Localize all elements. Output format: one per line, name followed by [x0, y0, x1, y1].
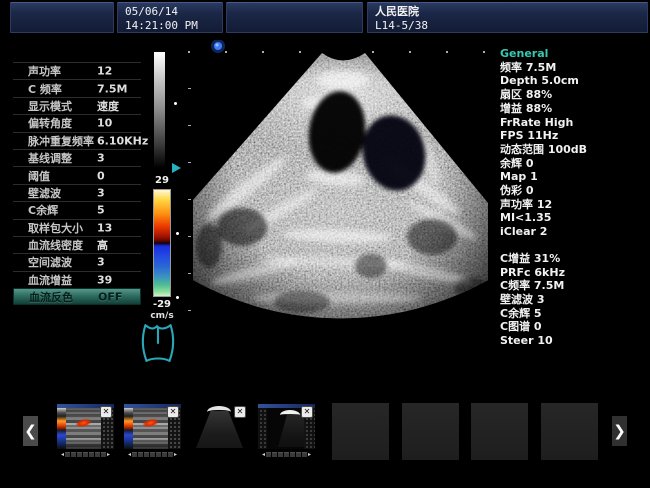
param-row-baseline[interactable]: 基线调整 3 [13, 149, 141, 166]
thumbnail-1-filmstrip: ◂ ▸ [57, 451, 114, 458]
info-line: 声功率 12 [500, 198, 648, 212]
strip-right-icon: ▸ [107, 451, 110, 458]
thumb-sector-area [267, 408, 304, 449]
ultrasound-image[interactable] [185, 40, 495, 340]
strip-right-icon: ▸ [308, 451, 311, 458]
info-line: 频率 7.5M [500, 61, 648, 75]
thumb-spectrum-column [57, 408, 66, 449]
thumb-probe-arc [207, 406, 231, 418]
close-icon[interactable]: ✕ [234, 406, 246, 418]
probe-orientation-marker [211, 40, 225, 53]
strip-left-icon: ◂ [128, 451, 131, 458]
ultrasound-fan [185, 40, 495, 340]
info-line: Steer 10 [500, 334, 648, 348]
thumbnail-3[interactable]: ✕ [191, 404, 248, 449]
info-line: C增益 31% [500, 252, 648, 266]
param-row-flow-invert[interactable]: 血流反色 OFF [13, 288, 141, 305]
grayscale-bar [154, 52, 165, 168]
param-row-c-persistence[interactable]: C余辉 5 [13, 201, 141, 218]
param-row-packet-size[interactable]: 取样包大小 13 [13, 219, 141, 236]
param-row-acoustic-power[interactable]: 声功率 12 [13, 62, 141, 79]
info-line: 余辉 0 [500, 157, 648, 171]
colorbar-marker-1 [176, 232, 179, 235]
param-row-spatial-filter[interactable]: 空间滤波 3 [13, 253, 141, 270]
param-row-prf[interactable]: 脉冲重复频率 6.10KHz [13, 132, 141, 149]
thumbnail-2[interactable]: ✕ [124, 404, 181, 449]
param-row-line-density[interactable]: 血流线密度 高 [13, 236, 141, 253]
thumbnail-empty-slot [541, 403, 598, 460]
info-line: FPS 11Hz [500, 129, 648, 143]
strip-left-icon: ◂ [262, 451, 265, 458]
thumbnail-4-filmstrip: ◂ ▸ [258, 451, 315, 458]
param-row-flow-gain[interactable]: 血流增益 39 [13, 271, 141, 288]
param-row-wall-filter[interactable]: 壁滤波 3 [13, 184, 141, 201]
thumb-doppler-patch [141, 417, 159, 429]
info-line: 壁滤波 3 [500, 293, 648, 307]
focus-marker [174, 102, 177, 105]
ultrasound-app-screen: 05/06/14 14:21:00 PM 人民医院 L14-5/38 声功率 1… [0, 0, 650, 488]
thumbnail-empty-slot [471, 403, 528, 460]
info-line: 扇区 88% [500, 88, 648, 102]
info-line: Map 1 [500, 170, 648, 184]
thumb-text-column [258, 408, 267, 449]
close-icon[interactable]: ✕ [167, 406, 179, 418]
param-row-c-frequency[interactable]: C 频率 7.5M [13, 79, 141, 96]
chevron-right-icon: ❯ [613, 422, 626, 440]
date-text: 05/06/14 [118, 3, 222, 19]
thumb-bmode-area [133, 408, 168, 449]
close-icon[interactable]: ✕ [100, 406, 112, 418]
close-icon[interactable]: ✕ [301, 406, 313, 418]
info-line: FrRate High [500, 116, 648, 130]
datetime-box: 05/06/14 14:21:00 PM [117, 2, 223, 33]
thumb-doppler-patch [74, 417, 92, 429]
info-line: 动态范围 100dB [500, 143, 648, 157]
strip-left-icon: ◂ [61, 451, 64, 458]
parameter-panel: 声功率 12 C 频率 7.5M 显示模式 速度 偏转角度 10 脉冲重复频率 … [13, 62, 141, 305]
chevron-left-icon: ❮ [24, 422, 37, 440]
image-info-panel: General 频率 7.5M Depth 5.0cm 扇区 88% 增益 88… [500, 47, 648, 348]
info-line: PRFc 6kHz [500, 266, 648, 280]
time-text: 14:21:00 PM [118, 19, 222, 33]
info-line: C图谱 0 [500, 320, 648, 334]
hospital-box: 人民医院 L14-5/38 [367, 2, 648, 33]
param-row-threshold[interactable]: 阈值 0 [13, 166, 141, 183]
thumbnail-4[interactable]: ✕ [258, 404, 315, 449]
exam-info-box [226, 2, 363, 33]
body-mark-icon[interactable] [138, 320, 178, 364]
info-line: 增益 88% [500, 102, 648, 116]
thumbnail-scroll-left-button[interactable]: ❮ [23, 416, 38, 446]
hospital-name: 人民医院 [368, 3, 647, 19]
param-row-display-mode[interactable]: 显示模式 速度 [13, 97, 141, 114]
info-line: Depth 5.0cm [500, 74, 648, 88]
info-line: iClear 2 [500, 225, 648, 239]
velocity-min-label: -29 [148, 299, 176, 310]
info-line: MI<1.35 [500, 211, 648, 225]
velocity-max-label: 29 [150, 175, 174, 186]
thumbnail-empty-slot [402, 403, 459, 460]
info-line: C余辉 5 [500, 307, 648, 321]
probe-model: L14-5/38 [368, 19, 647, 33]
thumb-spectrum-column [124, 408, 133, 449]
info-line: C频率 7.5M [500, 279, 648, 293]
colorbar-marker-2 [176, 296, 179, 299]
preset-title: General [500, 47, 648, 61]
steer-arrow-icon [172, 163, 181, 173]
param-row-steer-angle[interactable]: 偏转角度 10 [13, 114, 141, 131]
strip-right-icon: ▸ [174, 451, 177, 458]
thumbnail-2-filmstrip: ◂ ▸ [124, 451, 181, 458]
thumbnail-scroll-right-button[interactable]: ❯ [612, 416, 627, 446]
doppler-color-bar [153, 189, 171, 297]
thumbnail-1[interactable]: ✕ [57, 404, 114, 449]
thumbnail-empty-slot [332, 403, 389, 460]
thumb-bmode-area [66, 408, 101, 449]
info-line: 伪彩 0 [500, 184, 648, 198]
patient-info-box [10, 2, 114, 33]
